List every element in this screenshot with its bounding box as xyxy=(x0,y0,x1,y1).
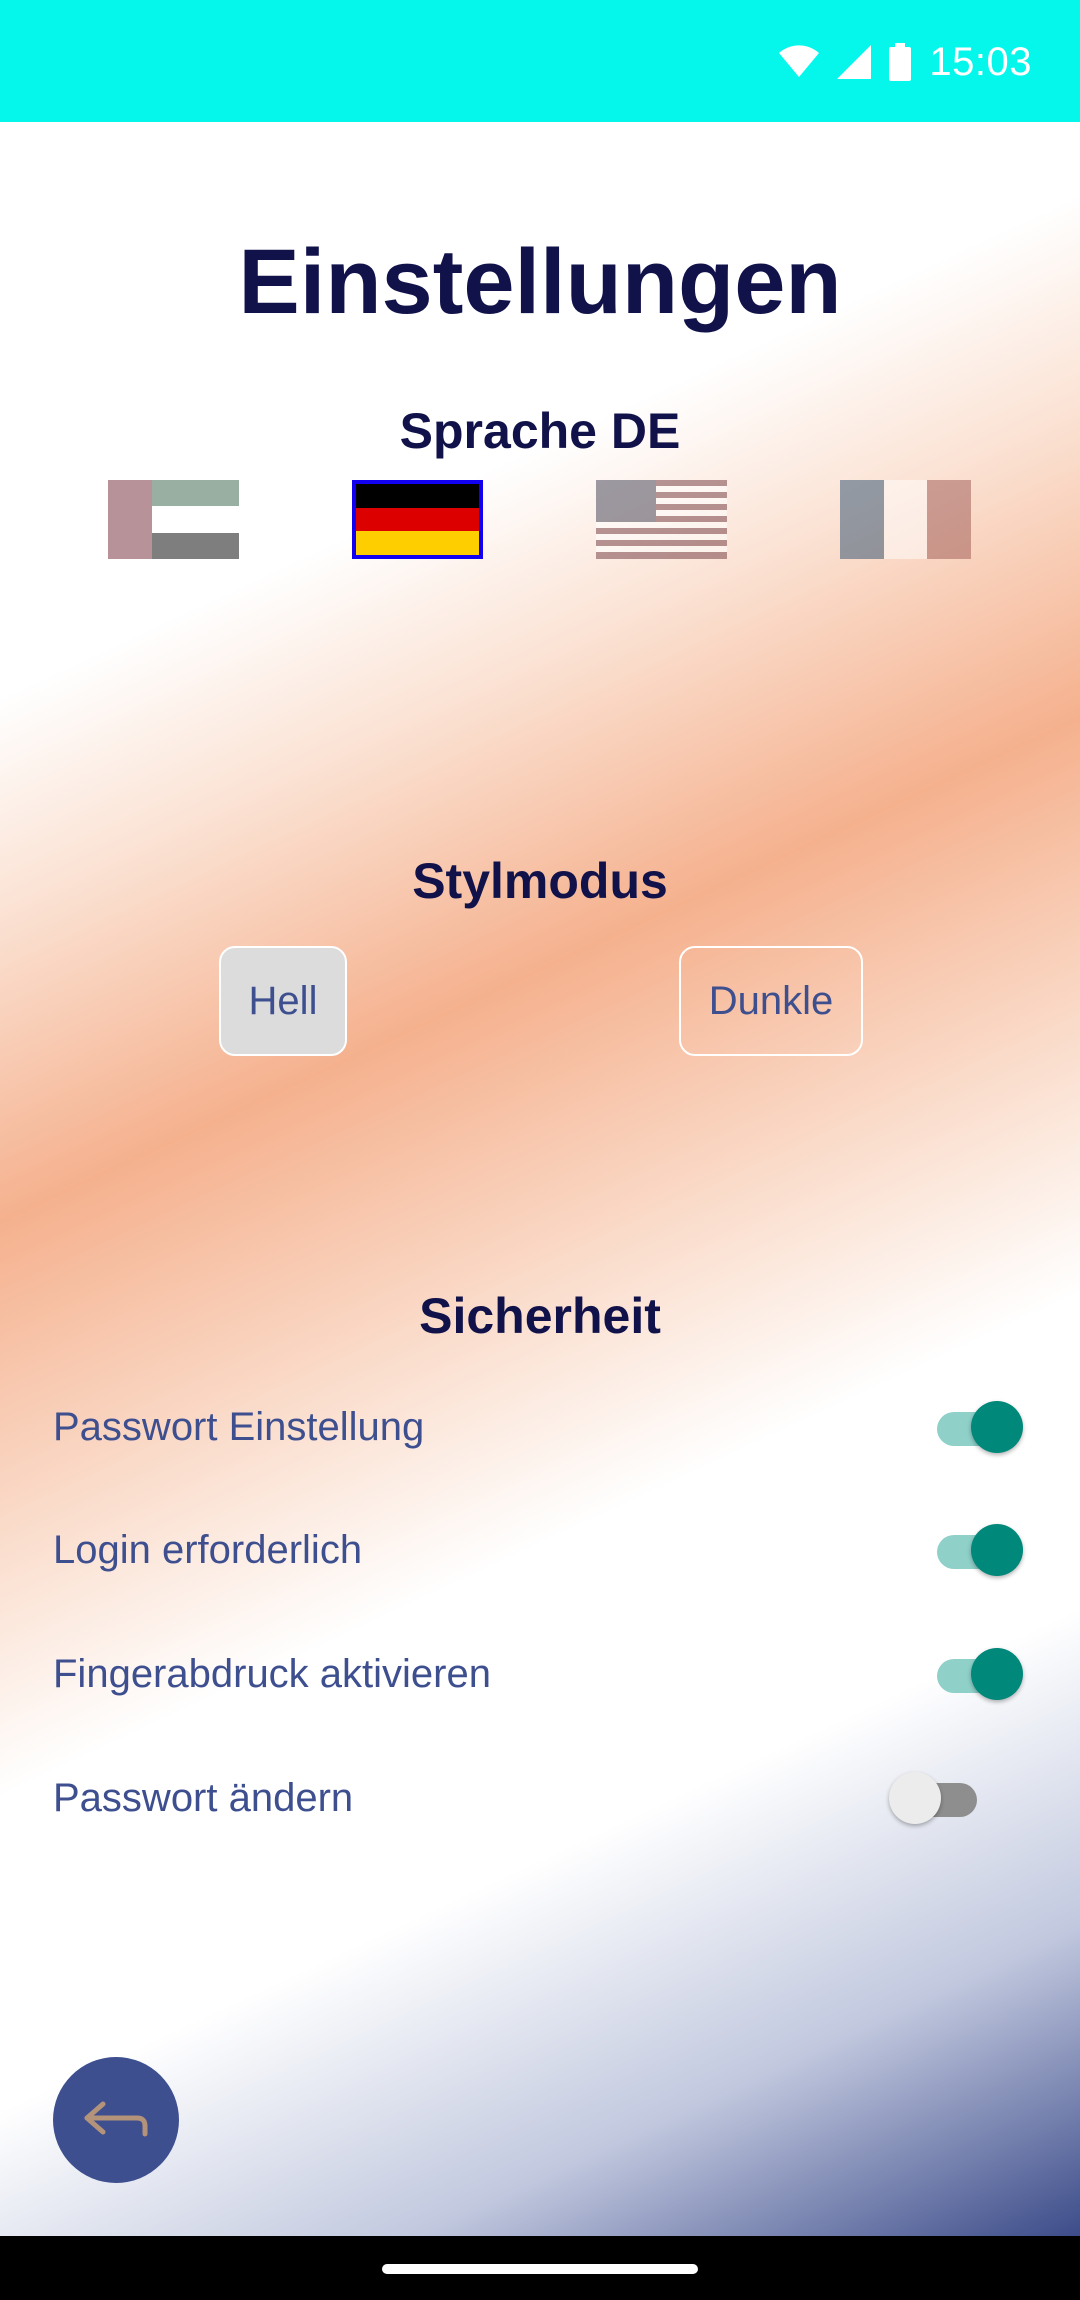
setting-change-password: Passwort ändern xyxy=(53,1758,1023,1838)
setting-fingerprint: Fingerabdruck aktivieren xyxy=(53,1634,1023,1714)
battery-icon xyxy=(889,43,912,81)
setting-label: Login erforderlich xyxy=(53,1527,363,1572)
login-required-toggle[interactable] xyxy=(927,1522,1023,1578)
language-label: Sprache DE xyxy=(399,403,681,459)
page-title: Einstellungen xyxy=(238,231,842,333)
wifi-icon xyxy=(779,45,820,77)
settings-screen: Einstellungen Sprache DE Stylmodus Hell … xyxy=(0,122,1080,2236)
dark-mode-button[interactable]: Dunkle xyxy=(679,946,863,1056)
back-arrow-icon xyxy=(84,2101,148,2137)
usa-flag-icon[interactable] xyxy=(596,480,727,559)
setting-login-required: Login erforderlich xyxy=(53,1510,1023,1590)
uae-flag-icon[interactable] xyxy=(108,480,239,559)
cellular-signal-icon xyxy=(837,45,872,79)
change-password-toggle[interactable] xyxy=(889,1770,999,1826)
navigation-bar xyxy=(0,2236,1080,2300)
germany-flag-icon[interactable] xyxy=(352,480,483,559)
setting-label: Passwort ändern xyxy=(53,1775,354,1820)
status-bar: 15:03 xyxy=(0,0,1080,122)
france-flag-icon[interactable] xyxy=(840,480,971,559)
status-time: 15:03 xyxy=(929,39,1032,84)
fingerprint-toggle[interactable] xyxy=(927,1646,1023,1702)
setting-label: Passwort Einstellung xyxy=(53,1404,425,1449)
password-setting-toggle[interactable] xyxy=(927,1399,1023,1455)
language-flags xyxy=(0,480,1080,560)
setting-label: Fingerabdruck aktivieren xyxy=(53,1651,491,1696)
status-icons: 15:03 xyxy=(779,36,1032,88)
home-gesture-handle[interactable] xyxy=(382,2264,698,2274)
setting-password: Passwort Einstellung xyxy=(53,1387,1023,1467)
security-label: Sicherheit xyxy=(419,1288,661,1344)
light-mode-button[interactable]: Hell xyxy=(219,946,347,1056)
back-button[interactable] xyxy=(53,2057,179,2183)
style-mode-label: Stylmodus xyxy=(412,853,668,909)
